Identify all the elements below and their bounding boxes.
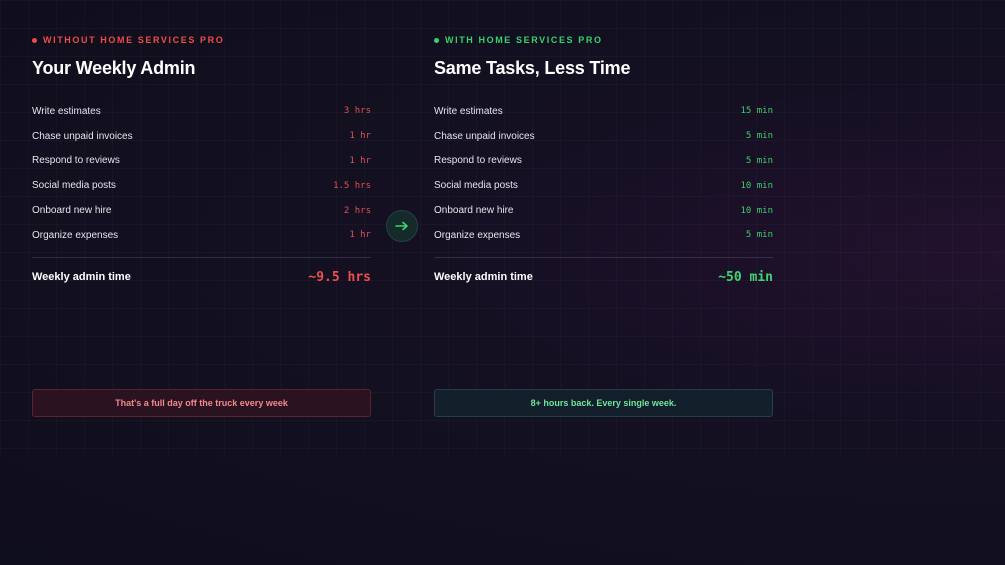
- task-time: 5 min: [745, 155, 773, 166]
- task-row: Respond to reviews 5 min: [434, 149, 773, 174]
- task-row: Organize expenses 1 hr: [32, 223, 371, 248]
- without-callout: That's a full day off the truck every we…: [32, 389, 371, 417]
- total-label: Weekly admin time: [32, 271, 131, 283]
- total-value: ~9.5 hrs: [308, 269, 371, 285]
- without-title: Your Weekly Admin: [32, 58, 196, 78]
- task-label: Respond to reviews: [434, 155, 522, 167]
- task-time: 10 min: [740, 180, 773, 191]
- with-eyebrow-label: WITH HOME SERVICES PRO: [445, 35, 603, 45]
- task-time: 15 min: [740, 106, 773, 117]
- with-title: Same Tasks, Less Time: [434, 58, 631, 78]
- task-label: Social media posts: [434, 180, 518, 192]
- task-label: Onboard new hire: [434, 205, 514, 217]
- task-time: 1 hr: [349, 131, 371, 142]
- task-label: Organize expenses: [32, 229, 119, 241]
- task-row: Social media posts 10 min: [434, 173, 773, 198]
- task-row: Chase unpaid invoices 5 min: [434, 124, 773, 149]
- task-row: Onboard new hire 10 min: [434, 198, 773, 223]
- without-eyebrow-label: WITHOUT HOME SERVICES PRO: [43, 35, 225, 45]
- task-label: Organize expenses: [434, 229, 521, 241]
- with-total: Weekly admin time ~50 min: [434, 266, 773, 288]
- with-divider: [434, 257, 773, 258]
- green-dot-icon: [434, 37, 439, 43]
- task-row: Chase unpaid invoices 1 hr: [32, 124, 371, 149]
- task-label: Social media posts: [32, 180, 116, 192]
- with-eyebrow: WITH HOME SERVICES PRO: [434, 35, 603, 45]
- task-time: 1 hr: [349, 155, 371, 166]
- without-eyebrow: WITHOUT HOME SERVICES PRO: [32, 35, 224, 45]
- without-divider: [32, 257, 371, 258]
- task-time: 1.5 hrs: [333, 180, 371, 191]
- task-row: Respond to reviews 1 hr: [32, 149, 371, 174]
- task-time: 5 min: [745, 131, 773, 142]
- total-value: ~50 min: [718, 269, 773, 285]
- task-time: 2 hrs: [343, 205, 371, 216]
- with-task-list: Write estimates 15 min Chase unpaid invo…: [434, 99, 773, 248]
- without-total: Weekly admin time ~9.5 hrs: [32, 266, 371, 288]
- task-row: Onboard new hire 2 hrs: [32, 198, 371, 223]
- task-label: Write estimates: [32, 105, 101, 117]
- task-row: Write estimates 3 hrs: [32, 99, 371, 124]
- task-label: Respond to reviews: [32, 155, 120, 167]
- task-time: 3 hrs: [343, 106, 371, 117]
- red-dot-icon: [32, 37, 37, 43]
- task-time: 10 min: [740, 205, 773, 216]
- comparison-arrow: [386, 210, 418, 242]
- task-time: 5 min: [745, 230, 773, 241]
- without-task-list: Write estimates 3 hrs Chase unpaid invoi…: [32, 99, 371, 248]
- task-row: Organize expenses 5 min: [434, 223, 773, 248]
- task-label: Chase unpaid invoices: [32, 130, 133, 142]
- arrow-right-icon: [395, 221, 408, 231]
- task-label: Write estimates: [434, 105, 503, 117]
- with-callout: 8+ hours back. Every single week.: [434, 389, 773, 417]
- task-time: 1 hr: [349, 230, 371, 241]
- task-label: Chase unpaid invoices: [434, 130, 535, 142]
- task-row: Write estimates 15 min: [434, 99, 773, 124]
- total-label: Weekly admin time: [434, 271, 533, 283]
- task-row: Social media posts 1.5 hrs: [32, 173, 371, 198]
- task-label: Onboard new hire: [32, 205, 112, 217]
